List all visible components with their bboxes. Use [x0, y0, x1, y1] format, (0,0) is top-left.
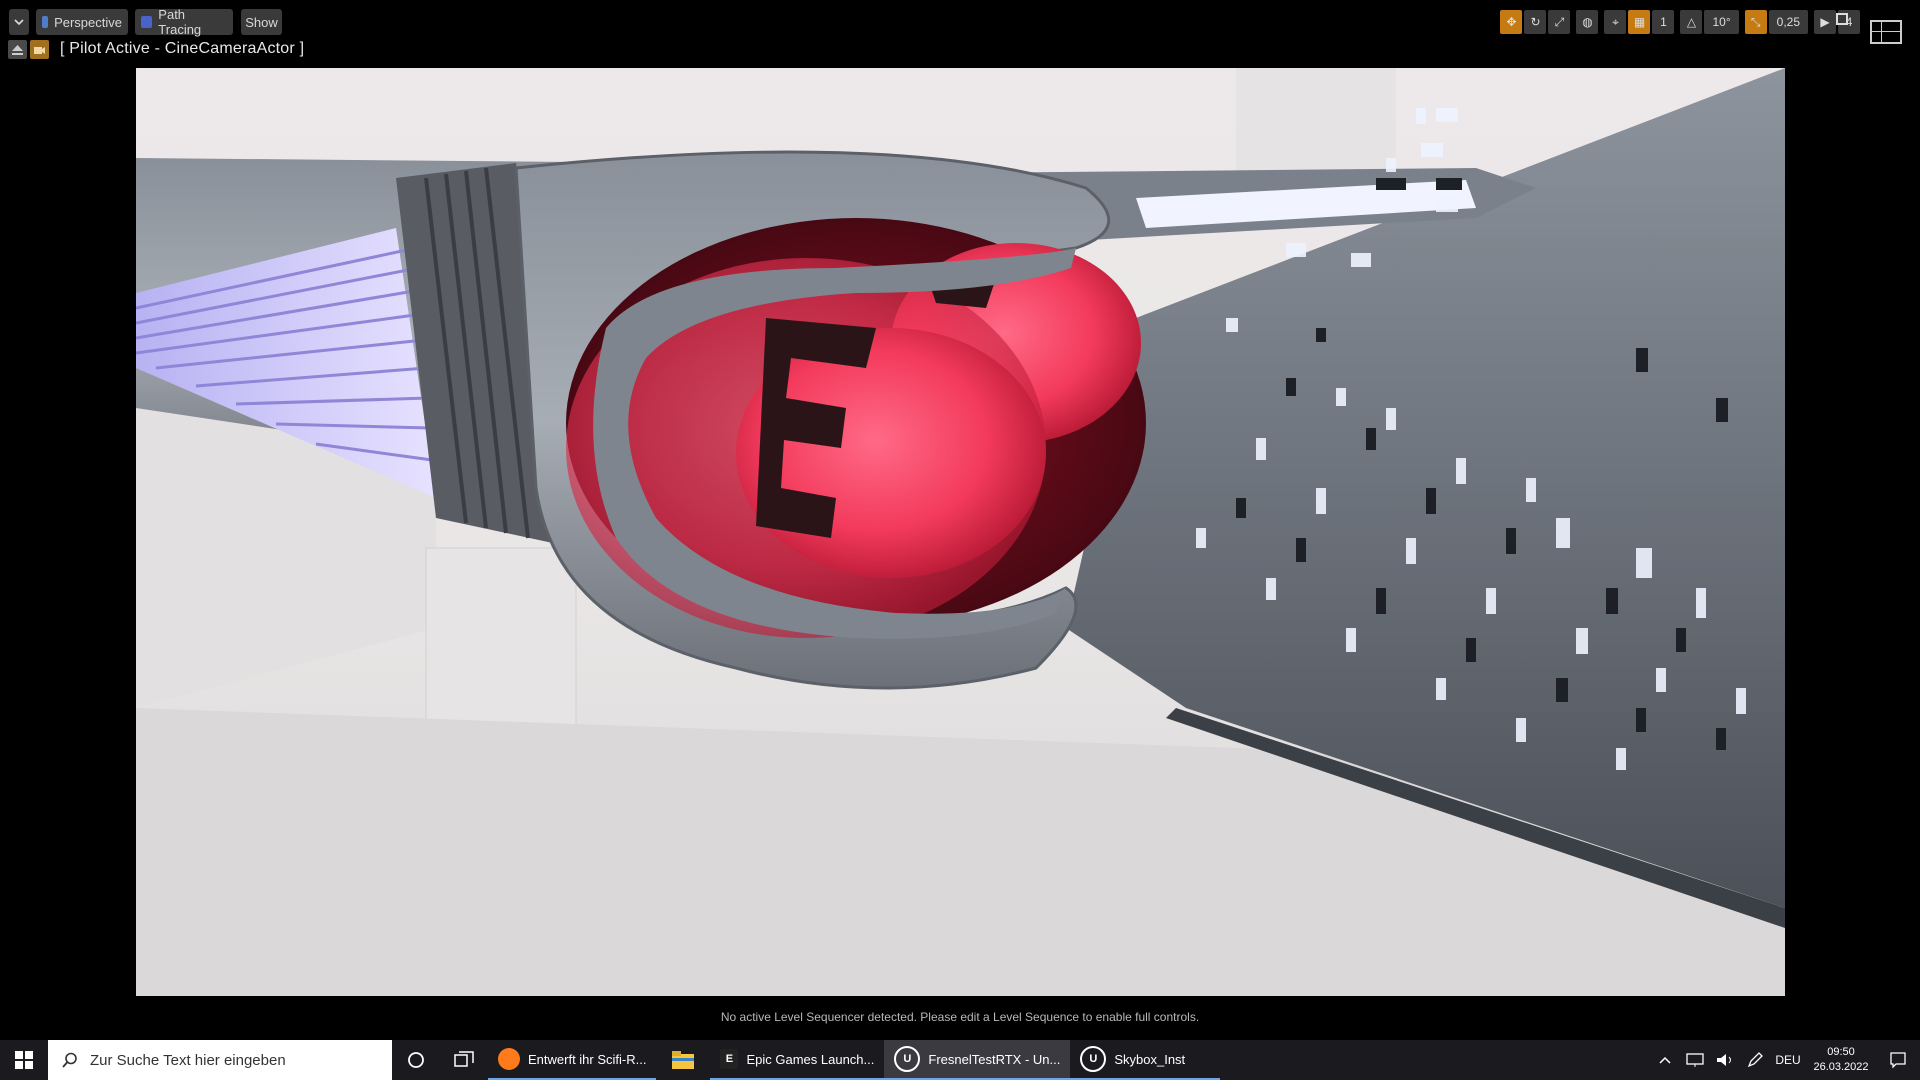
- transform-toolbar: ✥ ↻ ⤢ ◍ ⌖ ▦ 1 △ 10° ⤡ 0,25 ▶ 4: [1500, 9, 1860, 35]
- grid-snap-value[interactable]: 1: [1652, 10, 1675, 34]
- rendered-scene: [136, 68, 1785, 996]
- taskbar-app-unreal-skybox[interactable]: U Skybox_Inst: [1070, 1040, 1221, 1080]
- shield-icon: [141, 16, 153, 28]
- taskbar-clock[interactable]: 09:50 26.03.2022: [1806, 1045, 1876, 1075]
- volume-icon[interactable]: [1710, 1040, 1740, 1080]
- taskbar-app-unreal-fresnel[interactable]: U FresnelTestRTX - Un...: [884, 1040, 1071, 1080]
- rotate-tool-icon[interactable]: ↻: [1524, 10, 1547, 34]
- task-label: Entwerft ihr Scifi-R...: [528, 1051, 647, 1067]
- task-view-icon[interactable]: [440, 1040, 488, 1080]
- rotation-snap-value[interactable]: 10°: [1704, 10, 1739, 34]
- viewport-toolbar: Perspective Path Tracing Show ✥ ↻ ⤢ ◍ ⌖ …: [0, 0, 1920, 68]
- rotation-snap-icon[interactable]: △: [1680, 10, 1703, 34]
- task-label: Epic Games Launch...: [746, 1051, 875, 1067]
- task-label: FresnelTestRTX - Un...: [928, 1051, 1061, 1067]
- search-icon: [62, 1052, 77, 1068]
- taskbar-app-file-explorer[interactable]: [656, 1040, 710, 1080]
- camera-actor-icon: [30, 39, 49, 59]
- search-placeholder: Zur Suche Text hier eingeben: [90, 1051, 286, 1069]
- network-icon[interactable]: [1680, 1040, 1710, 1080]
- viewport-layout-icon[interactable]: [1870, 20, 1902, 44]
- chevron-down-icon: [14, 19, 24, 26]
- file-explorer-icon: [672, 1051, 695, 1069]
- cube-icon: [42, 16, 49, 28]
- scale-tool-icon[interactable]: ⤢: [1548, 10, 1571, 34]
- taskbar-app-firefox[interactable]: Entwerft ihr Scifi-R...: [488, 1040, 657, 1080]
- viewport-options-dropdown[interactable]: [9, 9, 29, 35]
- translate-tool-icon[interactable]: ✥: [1500, 10, 1523, 34]
- view-mode-label: Path Tracing: [158, 7, 202, 37]
- firefox-icon: [498, 1048, 520, 1070]
- taskbar-search-box[interactable]: Zur Suche Text hier eingeben: [48, 1040, 392, 1080]
- notification-center-icon[interactable]: [1876, 1040, 1920, 1080]
- unreal-engine-icon: U: [1080, 1046, 1107, 1072]
- task-label: Skybox_Inst: [1114, 1051, 1186, 1067]
- taskbar-app-epic-games[interactable]: E Epic Games Launch...: [710, 1040, 885, 1080]
- world-local-icon[interactable]: ◍: [1576, 10, 1599, 34]
- system-tray: DEU 09:50 26.03.2022: [1650, 1040, 1920, 1080]
- level-viewport[interactable]: [136, 68, 1785, 996]
- chevron-up-icon[interactable]: [1650, 1040, 1680, 1080]
- surface-snap-icon[interactable]: ⌖: [1604, 10, 1627, 34]
- maximize-viewport-icon[interactable]: [1836, 13, 1848, 25]
- view-mode-button[interactable]: Path Tracing: [135, 7, 233, 37]
- epic-games-icon: E: [720, 1049, 739, 1069]
- cortana-icon[interactable]: [392, 1040, 440, 1080]
- clock-date: 26.03.2022: [1813, 1061, 1869, 1073]
- camera-speed-icon[interactable]: ▶: [1814, 10, 1836, 34]
- scale-snap-icon[interactable]: ⤡: [1744, 10, 1767, 34]
- scale-snap-value[interactable]: 0,25: [1768, 10, 1808, 34]
- pilot-active-label: [ Pilot Active - CineCameraActor ]: [60, 40, 305, 57]
- input-language[interactable]: DEU: [1770, 1040, 1806, 1080]
- show-label: Show: [245, 14, 278, 30]
- perspective-button[interactable]: Perspective: [36, 9, 128, 35]
- windows-start-icon[interactable]: [0, 1040, 48, 1080]
- unreal-engine-icon: U: [894, 1046, 921, 1072]
- windows-taskbar: Zur Suche Text hier eingeben Entwerft ih…: [0, 1040, 1920, 1080]
- pilot-bar: [ Pilot Active - CineCameraActor ]: [8, 38, 304, 60]
- level-sequencer-status: No active Level Sequencer detected. Plea…: [720, 1010, 1200, 1024]
- pen-icon[interactable]: [1740, 1040, 1770, 1080]
- show-button[interactable]: Show: [241, 9, 282, 35]
- perspective-label: Perspective: [54, 14, 122, 30]
- clock-time: 09:50: [1827, 1046, 1855, 1058]
- grid-snap-icon[interactable]: ▦: [1628, 10, 1651, 34]
- eject-icon[interactable]: [8, 39, 27, 59]
